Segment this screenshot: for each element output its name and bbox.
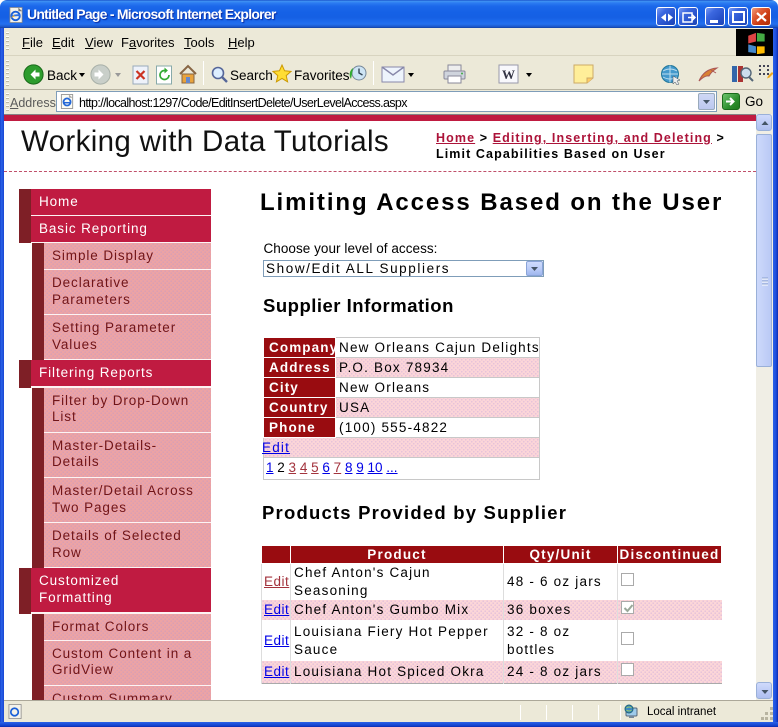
svg-text:W: W bbox=[502, 67, 515, 82]
